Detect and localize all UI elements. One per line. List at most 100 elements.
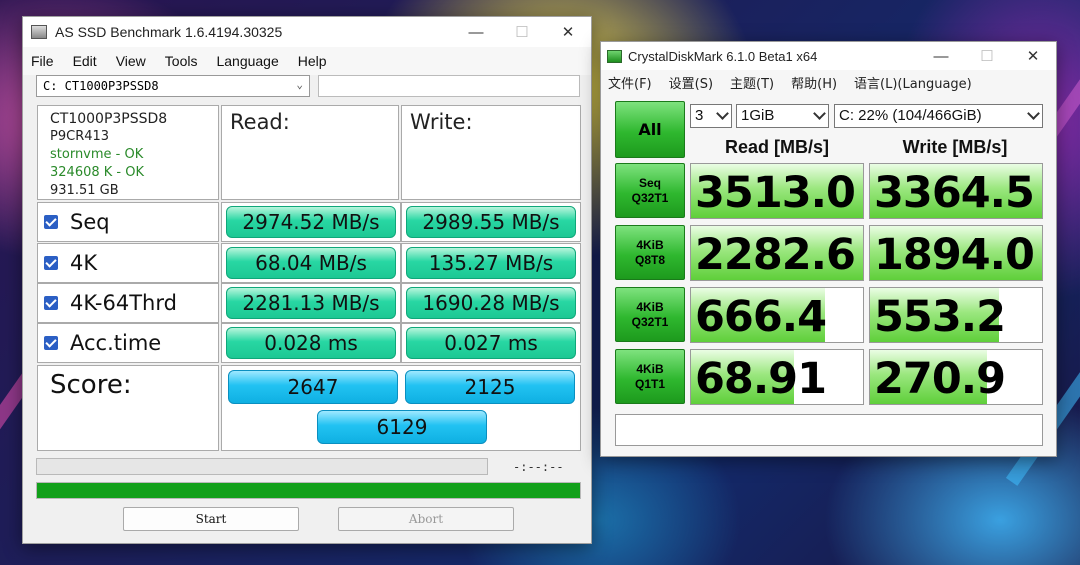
row-4kib-q1t1-button[interactable]: 4KiB Q1T1 xyxy=(615,349,685,404)
4k-read-result: 68.04 MB/s xyxy=(226,247,396,279)
checkbox-checked-icon[interactable] xyxy=(44,336,58,350)
menu-help[interactable]: Help xyxy=(298,53,327,69)
abort-button: Abort xyxy=(338,507,514,531)
menu-view[interactable]: View xyxy=(116,53,146,69)
menu-file[interactable]: File xyxy=(31,53,54,69)
result-cell: 135.27 MB/s xyxy=(401,243,581,283)
result-cell: 2989.55 MB/s xyxy=(401,202,581,242)
4kib-q8t8-write: 1894.0 xyxy=(869,225,1043,281)
read-header: Read [MB/s] xyxy=(724,137,829,157)
row-seq-q32t1-button[interactable]: Seq Q32T1 xyxy=(615,163,685,218)
write-header: Write: xyxy=(401,105,581,200)
seq-q32t1-write: 3364.5 xyxy=(869,163,1043,219)
write-header: Write [MB/s] xyxy=(902,137,1008,157)
result-cell: 1690.28 MB/s xyxy=(401,283,581,323)
4kib-q32t1-write: 553.2 xyxy=(869,287,1043,343)
minimize-icon[interactable]: — xyxy=(453,17,499,47)
value-text: 270.9 xyxy=(874,354,1006,404)
close-icon[interactable]: ✕ xyxy=(1010,41,1056,71)
value-text: 553.2 xyxy=(874,292,1006,342)
menu-theme[interactable]: 主题(T) xyxy=(730,73,774,92)
drive-model: CT1000P3PSSD8 xyxy=(50,111,168,127)
row-4kib-q32t1-button[interactable]: 4KiB Q32T1 xyxy=(615,287,685,342)
as-ssd-titlebar: AS SSD Benchmark 1.6.4194.30325 — ☐ ✕ xyxy=(23,17,591,47)
value-text: 3513.0 xyxy=(695,168,856,218)
size-select-value: 1GiB xyxy=(741,107,775,124)
row-label-top: 4KiB xyxy=(636,237,664,252)
row-label-bottom: Q32T1 xyxy=(631,314,669,329)
as-ssd-drivebar: C: CT1000P3PSSD8 ⌄ xyxy=(36,75,582,99)
drive-driver-status: stornvme - OK xyxy=(50,147,144,162)
checkbox-checked-icon[interactable] xyxy=(44,256,58,270)
menu-language[interactable]: Language xyxy=(216,53,278,69)
elapsed-time: -:--:-- xyxy=(513,460,564,474)
row-label-bottom: Q8T8 xyxy=(634,252,665,267)
score-write: 2125 xyxy=(405,370,575,404)
cdm-titlebar: CrystalDiskMark 6.1.0 Beta1 x64 — ☐ ✕ xyxy=(601,42,1056,70)
result-cell: 0.028 ms xyxy=(221,323,401,363)
row-4k-label[interactable]: 4K xyxy=(37,243,219,283)
menu-help[interactable]: 帮助(H) xyxy=(791,73,837,92)
cdm-window: CrystalDiskMark 6.1.0 Beta1 x64 — ☐ ✕ 文件… xyxy=(600,41,1057,457)
value-text: 2282.6 xyxy=(695,230,856,280)
menu-edit[interactable]: Edit xyxy=(73,53,97,69)
row-label-bottom: Q1T1 xyxy=(634,376,665,391)
chevron-down-icon xyxy=(716,107,729,120)
seq-q32t1-read: 3513.0 xyxy=(690,163,864,219)
drive-info-field xyxy=(318,75,580,97)
read-header: Read: xyxy=(221,105,399,200)
menu-settings[interactable]: 设置(S) xyxy=(669,73,713,92)
acctime-write-result: 0.027 ms xyxy=(406,327,576,359)
drive-info-panel: CT1000P3PSSD8 P9CR413 stornvme - OK 3246… xyxy=(37,105,219,200)
as-ssd-window: AS SSD Benchmark 1.6.4194.30325 — ☐ ✕ Fi… xyxy=(22,16,592,544)
row-4k64-label[interactable]: 4K-64Thrd xyxy=(37,283,219,323)
row-label-text: Seq xyxy=(70,210,110,234)
row-label-top: 4KiB xyxy=(636,299,664,314)
drive-select[interactable]: C: 22% (104/466GiB) xyxy=(834,104,1043,128)
row-label-top: 4KiB xyxy=(636,361,664,376)
comment-field[interactable] xyxy=(615,414,1043,446)
row-label-text: 4K-64Thrd xyxy=(70,291,177,315)
checkbox-checked-icon[interactable] xyxy=(44,215,58,229)
row-acctime-label[interactable]: Acc.time xyxy=(37,323,219,363)
all-button[interactable]: All xyxy=(615,101,685,158)
cdm-app-icon xyxy=(607,49,622,63)
4k64-write-result: 1690.28 MB/s xyxy=(406,287,576,319)
chevron-down-icon: ⌄ xyxy=(296,78,303,91)
seq-write-result: 2989.55 MB/s xyxy=(406,206,576,238)
drive-select[interactable]: C: CT1000P3PSSD8 ⌄ xyxy=(36,75,310,97)
cdm-title: CrystalDiskMark 6.1.0 Beta1 x64 xyxy=(628,48,818,64)
as-ssd-menubar: File Edit View Tools Language Help xyxy=(23,47,591,75)
maximize-icon: ☐ xyxy=(515,24,529,41)
value-text: 1894.0 xyxy=(874,230,1035,280)
score-label: Score: xyxy=(37,365,219,451)
count-select[interactable]: 3 xyxy=(690,104,732,128)
value-text: 666.4 xyxy=(695,292,827,342)
close-icon[interactable]: ✕ xyxy=(545,17,591,47)
result-cell: 0.027 ms xyxy=(401,323,581,363)
overall-progress-fill xyxy=(37,483,580,498)
menu-file[interactable]: 文件(F) xyxy=(608,73,652,92)
row-label-text: 4K xyxy=(70,251,98,275)
menu-tools[interactable]: Tools xyxy=(165,53,198,69)
result-cell: 2281.13 MB/s xyxy=(221,283,401,323)
drive-firmware: P9CR413 xyxy=(50,129,110,144)
row-seq-label[interactable]: Seq xyxy=(37,202,219,242)
4kib-q1t1-read: 68.91 xyxy=(690,349,864,405)
menu-language[interactable]: 语言(L)(Language) xyxy=(854,73,972,92)
result-cell: 68.04 MB/s xyxy=(221,243,401,283)
overall-progress-bar xyxy=(36,482,581,499)
4kib-q32t1-read: 666.4 xyxy=(690,287,864,343)
acctime-read-result: 0.028 ms xyxy=(226,327,396,359)
size-select[interactable]: 1GiB xyxy=(736,104,829,128)
value-text: 3364.5 xyxy=(874,168,1035,218)
value-text: 68.91 xyxy=(695,354,827,404)
seq-read-result: 2974.52 MB/s xyxy=(226,206,396,238)
checkbox-checked-icon[interactable] xyxy=(44,296,58,310)
4kib-q1t1-write: 270.9 xyxy=(869,349,1043,405)
chevron-down-icon xyxy=(1027,107,1040,120)
test-progress-bar xyxy=(36,458,488,475)
minimize-icon[interactable]: — xyxy=(918,41,964,71)
row-4kib-q8t8-button[interactable]: 4KiB Q8T8 xyxy=(615,225,685,280)
start-button[interactable]: Start xyxy=(123,507,299,531)
